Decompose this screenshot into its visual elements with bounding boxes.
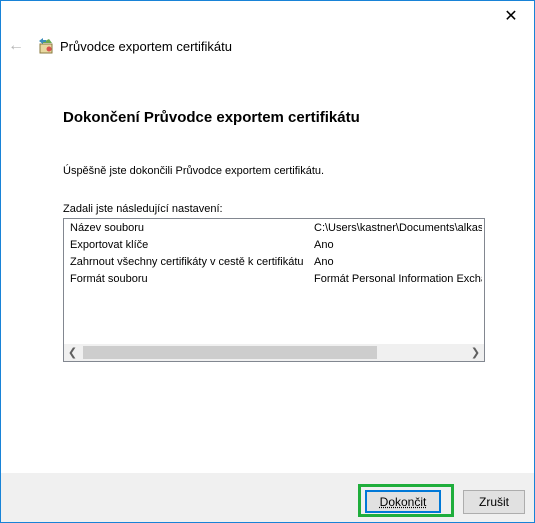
cancel-button-label: Zrušit [479,495,509,509]
finish-highlight: Dokončit [358,484,454,517]
scroll-right-button[interactable]: ❯ [467,344,484,361]
success-message: Úspěšně jste dokončili Průvodce exportem… [63,165,325,177]
settings-label: Zadali jste následující nastavení: [63,203,223,215]
list-item: Exportovat klíče Ano [64,236,484,253]
title-bar: ✕ ← Průvodce exportem certifikátu [1,1,534,64]
settings-list[interactable]: Název souboru C:\Users\kastner\Documents… [63,218,485,362]
list-item: Název souboru C:\Users\kastner\Documents… [64,219,484,236]
finish-button-label: Dokončit [379,494,427,509]
certificate-wizard-icon [39,38,53,54]
horizontal-scrollbar[interactable]: ❮ ❯ [64,344,484,361]
setting-value: C:\Users\kastner\Documents\alkas [314,222,482,234]
setting-value: Ano [314,239,334,251]
list-item: Zahrnout všechny certifikáty v cestě k c… [64,253,484,270]
setting-value: Ano [314,256,334,268]
wizard-title: Průvodce exportem certifikátu [60,39,232,54]
page-heading: Dokončení Průvodce exportem certifikátu [63,109,360,126]
setting-key: Zahrnout všechny certifikáty v cestě k c… [70,256,304,268]
chevron-right-icon: ❯ [470,347,481,359]
export-wizard-window: ✕ ← Průvodce exportem certifikátu Dokonč… [0,0,535,523]
scroll-left-button[interactable]: ❮ [64,344,81,361]
setting-value: Formát Personal Information Excha [314,273,482,285]
close-button[interactable]: ✕ [488,1,534,31]
back-arrow-icon: ← [8,37,24,54]
setting-key: Název souboru [70,222,144,234]
cancel-button[interactable]: Zrušit [463,490,525,514]
list-item: Formát souboru Formát Personal Informati… [64,270,484,287]
close-icon: ✕ [504,8,518,25]
scrollbar-thumb[interactable] [83,346,377,359]
button-bar [1,473,534,522]
chevron-left-icon: ❮ [67,347,78,359]
setting-key: Formát souboru [70,273,148,285]
back-button[interactable]: ← [8,38,24,54]
setting-key: Exportovat klíče [70,239,149,251]
finish-button[interactable]: Dokončit [365,490,441,513]
